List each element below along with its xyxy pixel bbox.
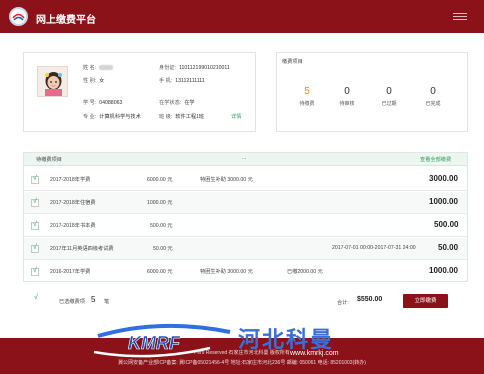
fee-summary-title: 缴费项目 [282, 59, 303, 65]
name-value-redacted [99, 65, 114, 71]
fee-amount: 3000.00 [429, 174, 458, 183]
fee-paid-note: 已缴2000.00 元 [287, 269, 323, 275]
fee-amount: 50.00 [438, 243, 459, 252]
fee-row-checkbox[interactable]: √ [31, 198, 39, 207]
fee-name: 2017-2018年书本费 [50, 223, 96, 229]
fee-row-checkbox[interactable]: √ [31, 221, 39, 230]
fee-name: 2017年11月英语四级考试费 [50, 246, 114, 252]
fee-standard: 1000.00 元 [147, 200, 173, 206]
fee-row[interactable]: √ 2017-2018年住宿费 1000.00 元 1000.00 [24, 192, 467, 214]
stat-pending-review[interactable]: 0 待审核 [327, 86, 367, 107]
fee-amount: 500.00 [434, 220, 459, 229]
watermark-url: www.kmrkj.com [290, 350, 339, 357]
header-menu-icon[interactable] [453, 13, 467, 21]
fee-name: 2016-2017年学费 [50, 269, 91, 275]
select-all-checkbox[interactable]: √ [34, 294, 38, 301]
view-all-fees-link[interactable]: 查看全部缴费 [420, 156, 451, 163]
id-field: 身份证: 110112199010210011 [159, 65, 230, 71]
fee-row-checkbox[interactable]: √ [31, 267, 39, 276]
fee-list-title: 待缴费项目 [36, 157, 62, 163]
pending-fee-list: 待缴费项目 ... 查看全部缴费 √ 2017-2018年学费 6000.00 … [23, 152, 468, 282]
student-detail-link[interactable]: 详情 [231, 113, 241, 120]
fee-row[interactable]: √ 2017-2018年学费 6000.00 元 特困生补助 3000.00 元… [24, 169, 467, 191]
fee-standard: 50.00 元 [153, 246, 173, 252]
fee-row[interactable]: √ 2017年11月英语四级考试费 50.00 元 2017-07-01 00:… [24, 238, 467, 260]
major-field: 专 业: 计算机科学与技术 [83, 114, 141, 120]
fee-list-header: 待缴费项目 ... 查看全部缴费 [24, 153, 467, 166]
stat-expired[interactable]: 0 已过期 [369, 86, 409, 107]
fee-row[interactable]: √ 2017-2018年书本费 500.00 元 500.00 [24, 215, 467, 237]
enrollment-status-field: 在学状态: 在学 [159, 100, 195, 106]
app-title: 网上缴费平台 [36, 15, 96, 26]
kmrf-watermark-logo: KMRF [90, 322, 240, 362]
fee-row-checkbox[interactable]: √ [31, 175, 39, 184]
fee-note: 特困生补助 3000.00 元 [200, 177, 253, 183]
selected-items-unit: 笔 [104, 299, 110, 305]
pay-now-button[interactable]: 立即缴费 [403, 294, 448, 308]
fee-list-more-dots: ... [242, 155, 247, 161]
kmrf-brand-text: KMRF [128, 333, 181, 353]
fee-standard: 6000.00 元 [147, 269, 173, 275]
stat-pending-payment[interactable]: 5 待缴费 [287, 86, 327, 107]
fee-row[interactable]: √ 2016-2017年学费 6000.00 元 特困生补助 3000.00 元… [24, 261, 467, 283]
class-field: 班 级: 软件工程1班 [159, 114, 205, 120]
fee-summary-card: 缴费项目 5 待缴费 0 待审核 0 已过期 0 已完成 [276, 52, 468, 132]
student-number-field: 学 号: 04088063 [83, 100, 123, 106]
student-info-card: 姓 名: 身份证: 110112199010210011 性 别: 女 手 机: 13… [23, 52, 256, 132]
selected-items-label: 已选缴费项 [59, 299, 85, 305]
phone-field: 手 机: 13112111111 [159, 78, 205, 84]
fee-deadline: 2017-07-01 00:00-2017-07-31 24:00 [332, 245, 416, 251]
top-header: 网上缴费平台 [0, 0, 484, 33]
total-label: 合计: [337, 300, 349, 306]
fee-note: 特困生补助 3000.00 元 [200, 269, 253, 275]
fee-standard: 6000.00 元 [147, 177, 173, 183]
fee-amount: 1000.00 [429, 197, 458, 206]
fee-name: 2017-2018年住宿费 [50, 200, 96, 206]
fee-amount: 1000.00 [429, 266, 458, 275]
total-amount: $550.00 [357, 296, 383, 303]
stat-completed[interactable]: 0 已完成 [413, 86, 453, 107]
selected-items-count: 5 [91, 295, 96, 304]
footer-icp-info: 冀公网安备产业部ICP备案: 冀ICP备05021456-4号 地址:石家庄市河… [118, 360, 366, 366]
fee-name: 2017-2018年学费 [50, 177, 91, 183]
fee-standard: 500.00 元 [150, 223, 173, 229]
name-field: 姓 名: [83, 64, 114, 71]
gender-field: 性 别: 女 [83, 78, 105, 84]
school-logo-icon [9, 7, 28, 26]
fee-row-checkbox[interactable]: √ [31, 244, 39, 253]
student-avatar [37, 66, 68, 97]
